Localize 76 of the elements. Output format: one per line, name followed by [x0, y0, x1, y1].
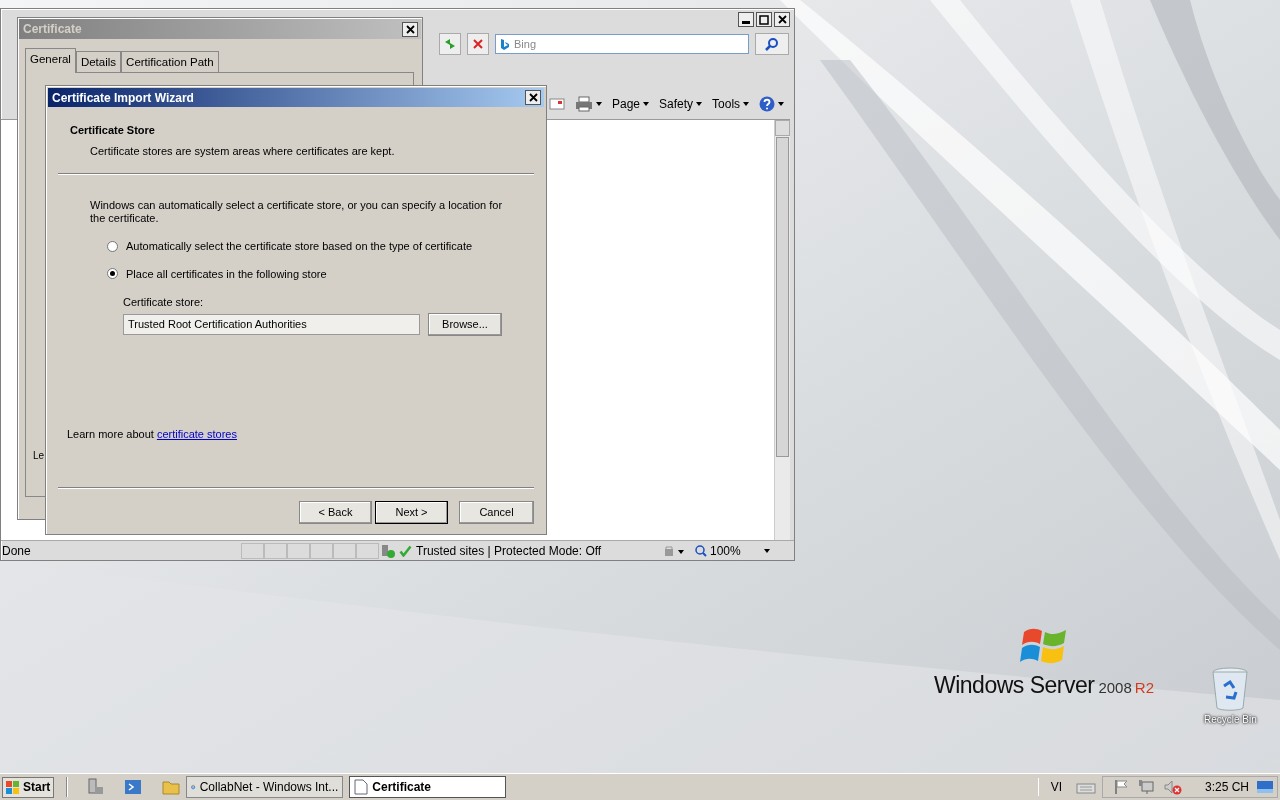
status-pane — [264, 542, 287, 559]
windows-flag-icon — [6, 780, 20, 794]
refresh-icon — [443, 37, 457, 51]
checkmark-icon — [399, 544, 412, 557]
status-pane — [287, 542, 310, 559]
radio-button[interactable] — [107, 268, 118, 280]
refresh-button[interactable] — [439, 33, 461, 55]
section-description: Certificate stores are system areas where certificates are kept. — [89, 143, 396, 159]
maximize-button[interactable] — [756, 12, 772, 27]
close-button[interactable] — [774, 12, 790, 27]
field-label: Certificate store: — [123, 295, 205, 310]
help-button[interactable] — [759, 96, 785, 112]
window-title: Certificate — [23, 21, 82, 38]
stop-icon — [472, 38, 484, 50]
start-button[interactable]: Start — [2, 776, 55, 798]
scrollbar[interactable] — [774, 120, 790, 540]
minimize-icon — [742, 21, 750, 24]
muted-speaker-icon[interactable] — [1162, 779, 1183, 795]
cut-text: Le — [33, 449, 45, 464]
search-icon — [765, 37, 779, 51]
desktop-icon[interactable]: Recycle Bin — [1204, 666, 1257, 727]
wizard-button[interactable]: Next > — [375, 501, 448, 524]
menu-button[interactable]: Safety — [659, 95, 703, 113]
radio-label[interactable]: Automatically select the certificate store based on the type of certificate — [126, 238, 473, 255]
logo-edition: R2 — [1134, 678, 1154, 698]
print-button[interactable] — [575, 96, 602, 112]
close-button[interactable] — [525, 90, 541, 105]
tab[interactable]: Certification Path — [121, 51, 219, 74]
tab[interactable]: Details — [75, 51, 122, 74]
intro-text: Windows can automatically select a certificate store, or you can specify a location for the certificate. — [90, 199, 504, 225]
logo-version: 2008 — [1098, 678, 1132, 698]
store-field[interactable]: Trusted Root Certification Authorities — [123, 313, 420, 335]
show-desktop-icon[interactable] — [1257, 780, 1273, 794]
icon-label: Recycle Bin — [1204, 713, 1257, 727]
network-icon[interactable] — [1136, 779, 1155, 795]
tab[interactable]: General — [25, 48, 76, 74]
powershell-icon[interactable] — [124, 778, 143, 796]
trash-bin-icon — [1210, 666, 1251, 712]
maximize-icon — [759, 14, 769, 25]
status-pane — [241, 542, 264, 559]
menu-button[interactable]: Page — [612, 95, 650, 113]
bing-logo-icon — [500, 38, 510, 51]
learn-more-text: Learn more about certificate stores — [67, 426, 238, 442]
zoom-button[interactable]: 100% — [695, 541, 770, 560]
taskbar-button[interactable]: Certificate — [349, 776, 507, 798]
window-title: Certificate Import Wizard — [52, 89, 194, 107]
taskbar-button[interactable]: CollabNet - Windows Int... — [186, 776, 344, 798]
radio-label[interactable]: Place all certificates in the following store — [126, 265, 327, 282]
learn-more-link[interactable]: certificate stores — [156, 427, 237, 440]
search-button[interactable] — [755, 33, 789, 55]
logo-text: Windows Server — [934, 671, 1095, 700]
wizard-button[interactable]: < Back — [299, 501, 372, 524]
stop-button[interactable] — [467, 33, 489, 55]
close-icon — [403, 22, 417, 36]
close-icon — [775, 13, 789, 26]
printer-icon — [575, 96, 593, 112]
minimize-button[interactable] — [738, 12, 754, 27]
status-pane — [310, 542, 333, 559]
mail-icon[interactable] — [549, 98, 565, 110]
search-field[interactable]: Bing — [495, 34, 749, 54]
wizard-button[interactable]: Cancel — [459, 501, 534, 524]
close-button[interactable] — [402, 21, 418, 37]
help-icon — [759, 96, 776, 112]
section-heading: Certificate Store — [69, 123, 156, 138]
status-pane — [333, 542, 356, 559]
language-indicator[interactable]: VI — [1037, 778, 1070, 796]
browse-button[interactable]: Browse... — [428, 312, 502, 336]
radio-button[interactable] — [107, 240, 118, 252]
document-icon — [354, 779, 369, 795]
zoom-icon — [695, 544, 707, 557]
status-pane — [356, 542, 379, 559]
status-text: Done — [1, 542, 32, 560]
menu-button[interactable]: Tools — [712, 95, 750, 113]
close-icon — [526, 91, 540, 104]
flag-icon[interactable] — [1112, 779, 1129, 795]
zone-text: Trusted sites | Protected Mode: Off — [416, 542, 603, 560]
